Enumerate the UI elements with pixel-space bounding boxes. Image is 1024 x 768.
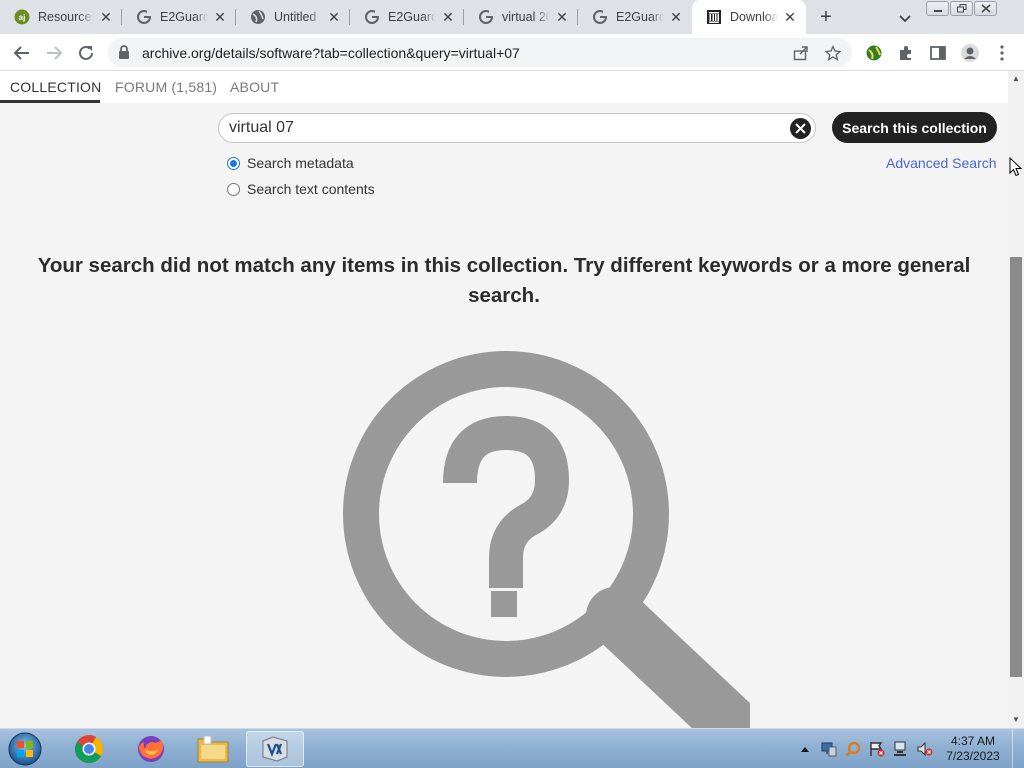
lock-icon[interactable]	[118, 45, 130, 59]
close-icon[interactable]: ✕	[440, 9, 456, 25]
clock-time: 4:37 AM	[950, 734, 996, 748]
close-icon[interactable]: ✕	[326, 9, 342, 25]
close-icon[interactable]: ✕	[212, 9, 228, 25]
profile-avatar-icon[interactable]	[960, 43, 980, 63]
close-window-button[interactable]	[974, 1, 997, 16]
system-tray	[796, 739, 940, 759]
new-tab-button[interactable]: +	[816, 7, 836, 27]
tab-title: E2Guardian	[388, 10, 436, 24]
tab-e2guardian-3[interactable]: E2Guardian ✕	[578, 0, 692, 34]
bookmark-star-icon[interactable]	[824, 44, 842, 62]
action-center-flag-icon[interactable]	[868, 740, 886, 758]
search-collection-button[interactable]: Search this collection	[832, 112, 997, 143]
tab-about[interactable]: ABOUT	[230, 79, 279, 95]
close-icon	[795, 123, 806, 134]
taskbar-clock[interactable]: 4:37 AM 7/23/2023	[940, 734, 1006, 764]
windows-taskbar: 4:37 AM 7/23/2023	[0, 728, 1024, 768]
close-icon[interactable]: ✕	[668, 9, 684, 25]
collection-search-box	[218, 113, 816, 143]
search-input[interactable]	[229, 118, 779, 138]
network-status-icon[interactable]	[892, 740, 910, 758]
chrome-icon	[75, 735, 103, 763]
google-g-icon	[592, 9, 608, 25]
tab-forum[interactable]: FORUM (1,581)	[115, 79, 217, 95]
close-icon[interactable]: ✕	[782, 9, 798, 25]
radio-label: Search metadata	[247, 155, 354, 171]
tab-title: Resources	[38, 10, 94, 24]
chevron-down-icon[interactable]	[896, 9, 914, 27]
browser-tab-strip: aj Resources ✕ E2Guardian ✕ Untitled ✕	[0, 0, 1024, 34]
network-monitor-icon[interactable]	[820, 740, 838, 758]
volume-muted-icon[interactable]	[916, 740, 934, 758]
back-arrow-icon[interactable]	[12, 43, 32, 63]
radio-button[interactable]	[227, 156, 240, 170]
firefox-icon	[138, 736, 164, 762]
collection-subnav: COLLECTION FORUM (1,581) ABOUT	[0, 71, 1008, 103]
search-metadata-option[interactable]: Search metadata	[227, 154, 427, 172]
search-text-contents-option[interactable]: Search text contents	[227, 180, 427, 198]
radio-label: Search text contents	[247, 181, 375, 197]
scrollbar-thumb[interactable]	[1010, 257, 1022, 677]
restore-button[interactable]	[950, 1, 973, 16]
tab-virtual-2007[interactable]: virtual 2007 ✕	[464, 0, 578, 34]
active-tab-underline	[0, 100, 100, 103]
clear-search-button[interactable]	[790, 118, 811, 139]
google-g-icon	[136, 9, 152, 25]
reload-icon[interactable]	[76, 43, 96, 63]
show-desktop-button[interactable]	[1012, 729, 1024, 768]
tab-resources[interactable]: aj Resources ✕	[0, 0, 122, 34]
radio-button[interactable]	[227, 182, 240, 196]
more-menu-icon[interactable]	[992, 43, 1012, 63]
mouse-cursor-icon	[1009, 156, 1023, 177]
show-hidden-icons-icon[interactable]	[796, 740, 814, 758]
tab-title: E2Guardian	[160, 10, 208, 24]
window-controls	[926, 1, 998, 17]
page-content: COLLECTION FORUM (1,581) ABOUT Search th…	[0, 71, 1008, 728]
chrome-taskbar-button[interactable]	[60, 731, 118, 767]
forward-arrow-icon[interactable]	[44, 43, 64, 63]
svg-text:aj: aj	[19, 13, 26, 22]
file-explorer-icon	[197, 735, 229, 763]
url-text[interactable]: archive.org/details/software?tab=collect…	[142, 45, 520, 61]
screen: aj Resources ✕ E2Guardian ✕ Untitled ✕	[0, 0, 1024, 768]
address-bar[interactable]: archive.org/details/software?tab=collect…	[108, 38, 852, 67]
virtualbox-icon	[262, 736, 288, 762]
tab-title: virtual 2007	[502, 10, 550, 24]
scroll-down-arrow-icon[interactable]: ▼	[1008, 712, 1024, 728]
tab-e2guardian-2[interactable]: E2Guardian ✕	[350, 0, 464, 34]
google-g-icon	[478, 9, 494, 25]
empty-results-message: Your search did not match any items in t…	[37, 254, 971, 307]
virtualbox-taskbar-button[interactable]	[246, 731, 304, 767]
close-icon[interactable]: ✕	[98, 9, 114, 25]
side-panel-icon[interactable]	[928, 43, 948, 63]
tab-title: Download	[730, 10, 778, 24]
clock-date: 7/23/2023	[946, 749, 1000, 763]
tab-collection[interactable]: COLLECTION	[10, 79, 101, 95]
magnifier-question-icon	[340, 348, 761, 728]
extension-globe-icon[interactable]	[864, 43, 884, 63]
firefox-taskbar-button[interactable]	[122, 731, 180, 767]
tab-download[interactable]: Download ✕	[692, 0, 806, 34]
extensions-puzzle-icon[interactable]	[896, 43, 916, 63]
start-button[interactable]	[4, 731, 46, 767]
search-icon[interactable]	[844, 740, 862, 758]
scroll-up-arrow-icon[interactable]: ▲	[1008, 71, 1024, 87]
aj-favicon-icon: aj	[14, 9, 30, 25]
tab-e2guardian-1[interactable]: E2Guardian ✕	[122, 0, 236, 34]
tab-untitled[interactable]: Untitled ✕	[236, 0, 350, 34]
archive-icon	[706, 9, 722, 25]
share-icon[interactable]	[792, 44, 810, 62]
globe-icon	[250, 9, 266, 25]
advanced-search-link[interactable]: Advanced Search	[886, 155, 997, 171]
close-icon[interactable]: ✕	[554, 9, 570, 25]
minimize-button[interactable]	[926, 1, 949, 16]
browser-toolbar: archive.org/details/software?tab=collect…	[0, 34, 1024, 71]
explorer-taskbar-button[interactable]	[184, 731, 242, 767]
google-g-icon	[364, 9, 380, 25]
tab-title: E2Guardian	[616, 10, 664, 24]
tab-title: Untitled	[274, 10, 317, 24]
